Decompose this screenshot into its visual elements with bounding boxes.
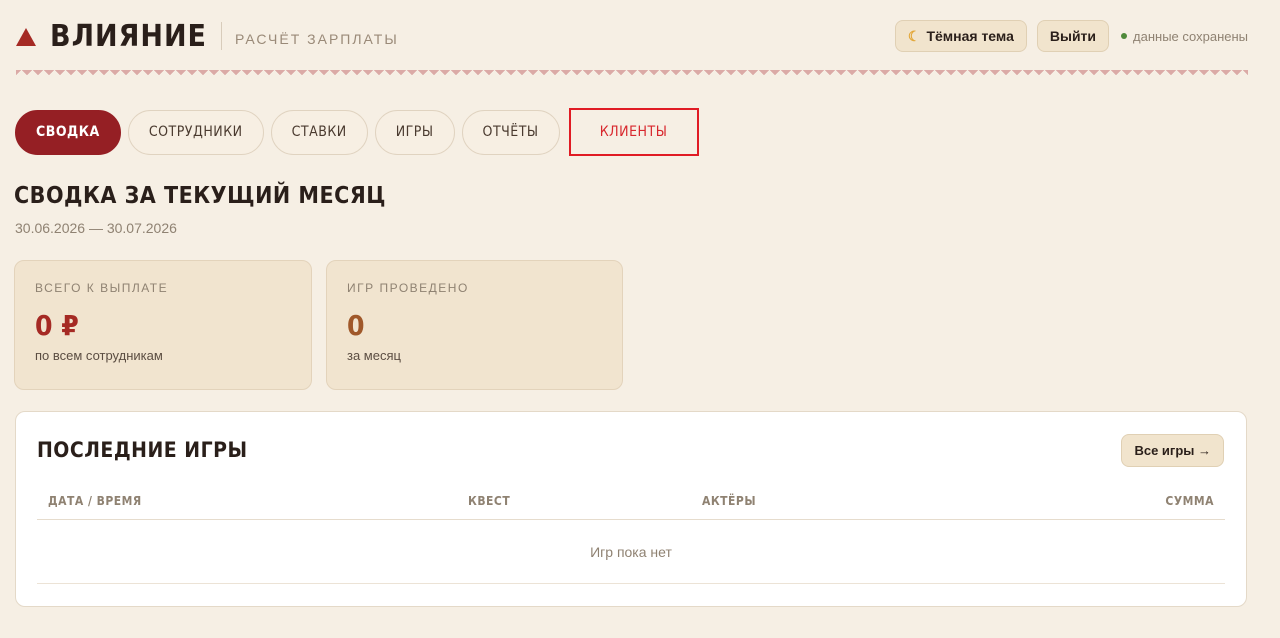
column-header-sum[interactable]: СУММА: [1165, 494, 1214, 508]
stat-card-total-payout: ВСЕГО К ВЫПЛАТЕ 0 ₽ по всем сотрудникам: [14, 260, 312, 390]
stat-subtitle: за месяц: [347, 348, 401, 363]
main-tabs: СВОДКА СОТРУДНИКИ СТАВКИ ИГРЫ ОТЧЁТЫ КЛИ…: [15, 108, 699, 156]
dark-theme-label: Тёмная тема: [926, 28, 1014, 44]
tab-rates[interactable]: СТАВКИ: [270, 109, 368, 155]
page-title: СВОДКА ЗА ТЕКУЩИЙ МЕСЯЦ: [14, 183, 386, 209]
stat-value: 0: [347, 309, 365, 342]
tab-games[interactable]: ИГРЫ: [374, 109, 455, 155]
brand-separator: [220, 22, 222, 50]
stat-subtitle: по всем сотрудникам: [35, 348, 163, 363]
date-range: 30.06.2026 — 30.07.2026: [15, 220, 177, 236]
zigzag-divider: [16, 70, 1248, 78]
recent-games-title: ПОСЛЕДНИЕ ИГРЫ: [37, 438, 248, 462]
dark-theme-button[interactable]: ☾ Тёмная тема: [894, 20, 1027, 52]
column-header-quest[interactable]: КВЕСТ: [468, 494, 510, 508]
brand-subtitle: РАСЧЁТ ЗАРПЛАТЫ: [234, 31, 399, 47]
tab-summary[interactable]: СВОДКА: [15, 109, 121, 155]
empty-state: Игр пока нет: [37, 520, 1225, 584]
stat-card-games-played: ИГР ПРОВЕДЕНО 0 за месяц: [326, 260, 623, 390]
tab-employees[interactable]: СОТРУДНИКИ: [127, 109, 264, 155]
triangle-logo-icon: [16, 28, 36, 46]
saved-status-text: данные сохранены: [1133, 28, 1248, 44]
tab-reports[interactable]: ОТЧЁТЫ: [461, 109, 560, 155]
header-actions: ☾ Тёмная тема Выйти данные сохранены: [894, 20, 1248, 52]
stat-label: ВСЕГО К ВЫПЛАТЕ: [35, 281, 169, 295]
all-games-button[interactable]: Все игры →: [1121, 434, 1224, 467]
column-header-datetime[interactable]: ДАТА / ВРЕМЯ: [48, 494, 142, 508]
saved-status: данные сохранены: [1121, 29, 1248, 44]
header: ВЛИЯНИЕ РАСЧЁТ ЗАРПЛАТЫ ☾ Тёмная тема Вы…: [16, 14, 1248, 58]
stat-label: ИГР ПРОВЕДЕНО: [347, 281, 469, 295]
table-header: ДАТА / ВРЕМЯ КВЕСТ АКТЁРЫ СУММА: [37, 490, 1225, 520]
moon-icon: ☾: [907, 27, 921, 44]
brand-name: ВЛИЯНИЕ: [50, 18, 207, 54]
recent-games-panel: ПОСЛЕДНИЕ ИГРЫ Все игры → ДАТА / ВРЕМЯ К…: [15, 411, 1247, 607]
tab-clients[interactable]: КЛИЕНТЫ: [568, 108, 699, 156]
logout-button[interactable]: Выйти: [1036, 20, 1110, 52]
status-dot-icon: [1121, 33, 1128, 39]
app-page: ВЛИЯНИЕ РАСЧЁТ ЗАРПЛАТЫ ☾ Тёмная тема Вы…: [0, 0, 1280, 638]
column-header-actors[interactable]: АКТЁРЫ: [702, 494, 756, 508]
stat-value: 0 ₽: [35, 309, 79, 342]
